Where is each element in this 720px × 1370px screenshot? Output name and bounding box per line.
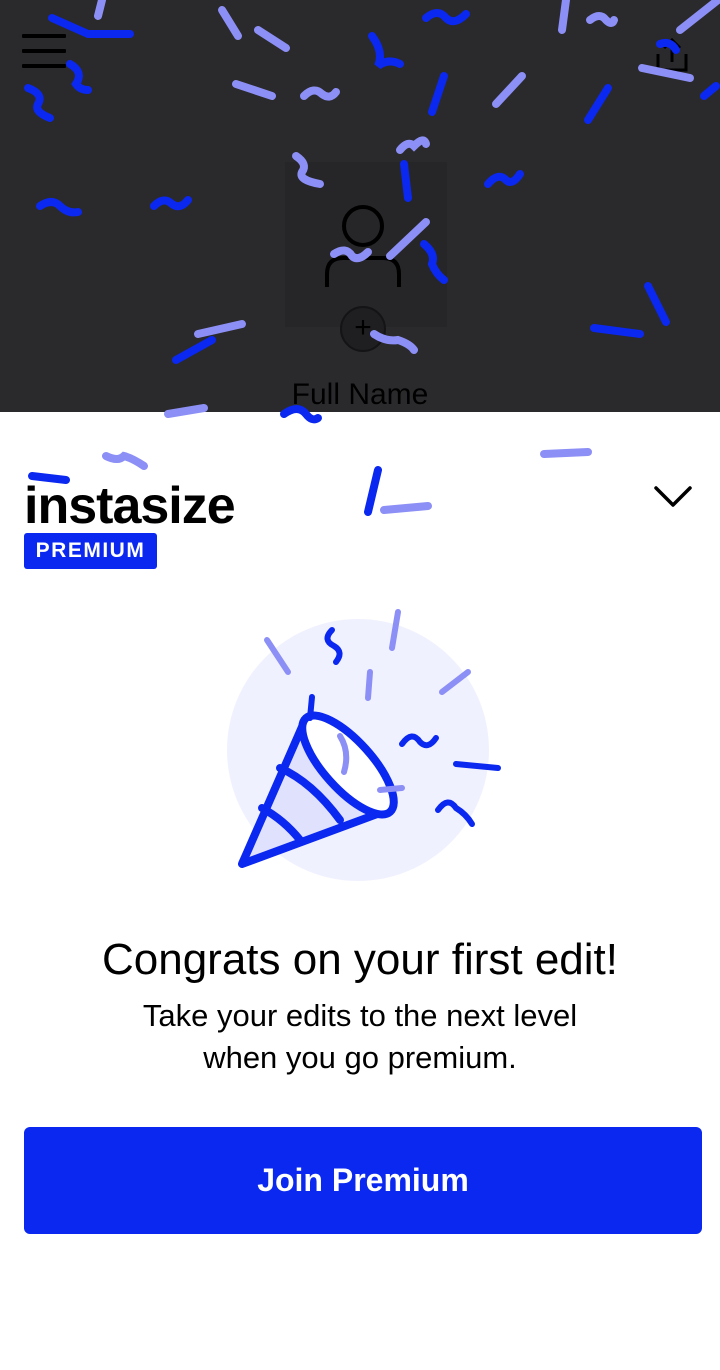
background-screen: + Full Name (0, 0, 720, 412)
premium-badge: PREMIUM (24, 533, 157, 569)
join-premium-button[interactable]: Join Premium (24, 1127, 702, 1234)
share-icon[interactable] (650, 34, 694, 78)
profile-photo-placeholder[interactable] (285, 162, 447, 327)
chevron-down-icon[interactable] (650, 480, 696, 514)
add-photo-button[interactable]: + (340, 306, 386, 352)
person-icon (325, 205, 401, 287)
hamburger-menu-icon[interactable] (22, 32, 66, 72)
subtitle-line-1: Take your edits to the next level (142, 998, 578, 1033)
congrats-title: Congrats on your first edit! (101, 935, 618, 984)
full-name-label: Full Name (291, 378, 429, 411)
instasize-wordmark: instasize (24, 477, 236, 535)
subtitle-line-2: when you go premium. (203, 1040, 517, 1075)
promo-subtitle: Take your edits to the next level when y… (0, 995, 720, 1079)
party-popper-icon (227, 609, 501, 881)
